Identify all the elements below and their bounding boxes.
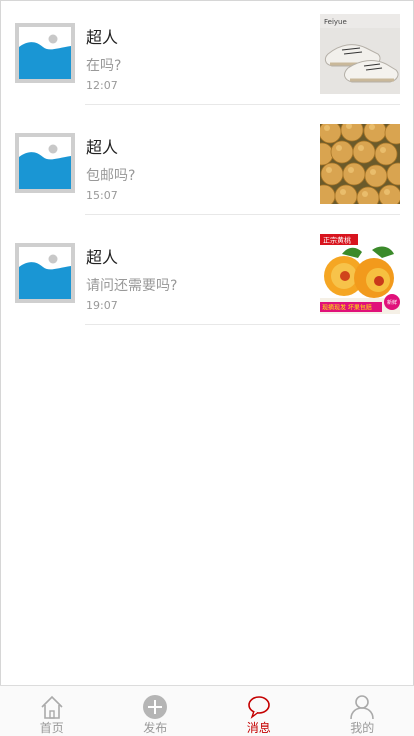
message-preview: 包邮吗?: [86, 168, 136, 184]
peach-top-tag: 正宗黄桃: [323, 236, 351, 245]
message-preview: 在吗?: [86, 58, 122, 74]
chat-bubble-icon: [247, 696, 270, 719]
shoe-brand-text: Feiyue: [324, 18, 347, 26]
product-thumbnail[interactable]: 正宗黄桃 现摘现发 坏果包赔 新鲜: [320, 234, 400, 314]
divider: [85, 214, 400, 215]
tab-messages[interactable]: 消息: [207, 686, 311, 736]
user-icon: [350, 695, 375, 720]
plus-circle-icon: [143, 695, 168, 719]
tab-publish[interactable]: 发布: [104, 686, 208, 736]
sender-name: 超人: [86, 138, 119, 157]
tab-me[interactable]: 我的: [311, 686, 414, 736]
image-placeholder-icon: [15, 133, 75, 193]
divider: [85, 324, 400, 325]
image-placeholder-icon: [15, 243, 75, 303]
product-thumbnail[interactable]: [320, 124, 400, 204]
divider: [85, 104, 400, 105]
home-icon: [41, 695, 63, 719]
message-time: 12:07: [86, 79, 118, 92]
pears-photo: [320, 124, 400, 204]
peaches-photo: 正宗黄桃 现摘现发 坏果包赔 新鲜: [320, 234, 400, 314]
tab-home[interactable]: 首页: [0, 686, 104, 736]
sender-name: 超人: [86, 28, 119, 47]
tab-publish-label: 发布: [143, 721, 168, 735]
tab-me-label: 我的: [350, 721, 375, 735]
peach-banner: 现摘现发 坏果包赔: [322, 304, 372, 312]
message-time: 15:07: [86, 189, 118, 202]
product-thumbnail[interactable]: Feiyue: [320, 14, 400, 94]
list-item[interactable]: 超人 请问还需要吗? 19:07 正宗黄桃 现摘现发 坏果包赔 新鲜: [0, 220, 414, 330]
list-item[interactable]: 超人 包邮吗? 15:07: [0, 110, 414, 220]
image-placeholder-icon: [15, 23, 75, 83]
message-preview: 请问还需要吗?: [86, 278, 178, 294]
peach-corner: 新鲜: [387, 299, 397, 306]
bottom-tabbar: 首页 发布 消息 我的: [0, 685, 414, 736]
tab-home-label: 首页: [39, 721, 64, 735]
shoes-photo: Feiyue: [320, 14, 400, 94]
message-list: 超人 在吗? 12:07 Feiyue 超人 包邮吗? 15:07 超人 请问还…: [0, 0, 414, 330]
list-item[interactable]: 超人 在吗? 12:07 Feiyue: [0, 0, 414, 110]
sender-name: 超人: [86, 248, 119, 267]
message-time: 19:07: [86, 299, 118, 312]
tab-messages-label: 消息: [246, 721, 271, 735]
